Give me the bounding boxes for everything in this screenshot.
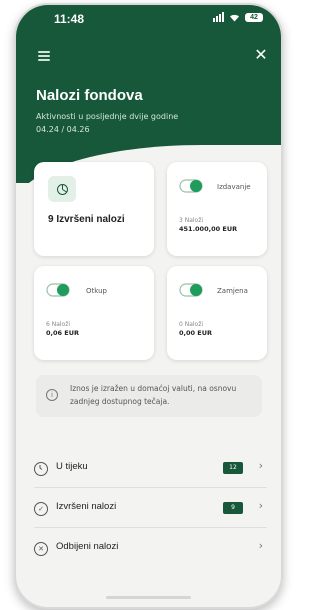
executed-orders-label: 9 Izvršeni nalozi: [48, 214, 125, 225]
redeem-card[interactable]: Otkup 6 Naloži 0,06 EUR: [34, 266, 154, 360]
count-badge: 12: [223, 462, 243, 474]
list-item-rejected[interactable]: ✕ Odbijeni nalozi ›: [34, 534, 267, 564]
page-subtitle: Aktivnosti u posljednje dvije godine: [36, 112, 179, 121]
exchange-card[interactable]: Zamjena 0 Naloži 0,00 EUR: [167, 266, 267, 360]
status-icons: 42: [213, 12, 263, 22]
list-item-executed[interactable]: ✓ Izvršeni nalozi 9 ›: [34, 494, 267, 524]
chevron-right-icon: ›: [258, 539, 263, 552]
pie-chart-icon: [48, 176, 76, 202]
list-item-label: Odbijeni nalozi: [56, 541, 119, 552]
info-notice: i Iznos je izražen u domaćoj valuti, na …: [36, 375, 262, 417]
wifi-icon: [230, 14, 239, 21]
close-icon[interactable]: ✕: [253, 47, 269, 63]
divider: [34, 527, 267, 528]
chevron-right-icon: ›: [258, 459, 263, 472]
toggle-icon: [179, 179, 203, 193]
issue-type-label: Izdavanje: [217, 183, 251, 191]
status-time: 11:48: [54, 12, 85, 26]
executed-orders-card[interactable]: 9 Izvršeni nalozi: [34, 162, 154, 256]
issue-count: 3 Naloži: [179, 217, 204, 224]
clock-icon: [34, 462, 48, 476]
toggle-icon: [46, 283, 70, 297]
exchange-amount: 0,00 EUR: [179, 329, 213, 337]
exchange-type-label: Zamjena: [217, 287, 248, 295]
page-title: Nalozi fondova: [36, 87, 143, 104]
issue-card[interactable]: Izdavanje 3 Naloži 451.000,00 EUR: [167, 162, 267, 256]
phone-frame: 11:48 42 ✕ Nalozi fondova Aktivnosti u p…: [14, 3, 283, 609]
info-text: Iznos je izražen u domaćoj valuti, na os…: [70, 384, 237, 406]
redeem-amount: 0,06 EUR: [46, 329, 80, 337]
count-badge: 9: [223, 502, 243, 514]
status-bar: 11:48 42: [16, 5, 281, 31]
signal-icon: [213, 12, 224, 22]
info-icon: i: [46, 389, 58, 401]
menu-icon[interactable]: [38, 51, 50, 61]
toggle-icon: [179, 283, 203, 297]
issue-amount: 451.000,00 EUR: [179, 225, 238, 233]
date-range: 04.24 / 04.26: [36, 125, 90, 134]
divider: [34, 487, 267, 488]
exchange-count: 0 Naloži: [179, 321, 204, 328]
list-item-label: U tijeku: [56, 461, 88, 472]
list-item-label: Izvršeni nalozi: [56, 501, 117, 512]
battery-icon: 42: [245, 12, 263, 22]
home-indicator: [106, 596, 191, 599]
list-item-in-progress[interactable]: U tijeku 12 ›: [34, 454, 267, 484]
redeem-count: 6 Naloži: [46, 321, 71, 328]
check-circle-icon: ✓: [34, 502, 48, 516]
x-circle-icon: ✕: [34, 542, 48, 556]
chevron-right-icon: ›: [258, 499, 263, 512]
redeem-type-label: Otkup: [86, 287, 107, 295]
